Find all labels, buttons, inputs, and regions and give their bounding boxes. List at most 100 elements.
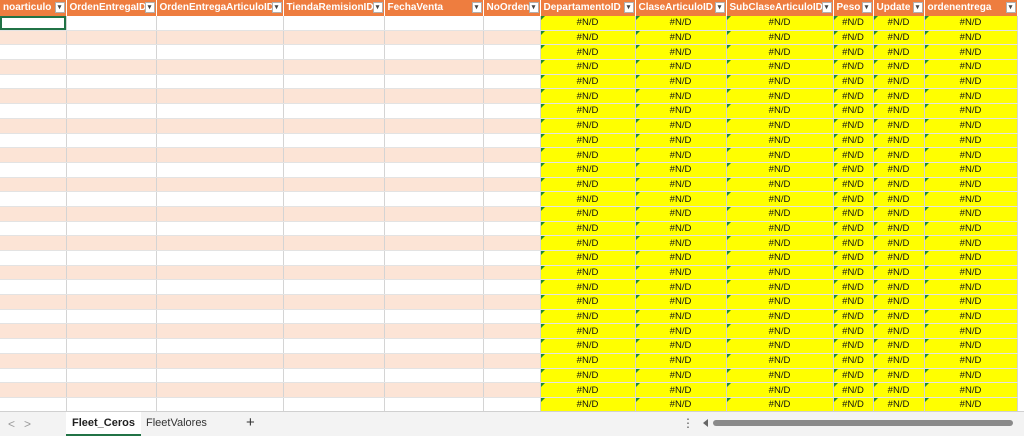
error-value-cell[interactable]: #N/D bbox=[726, 235, 834, 251]
column-header-subclasearticuloid[interactable]: SubClaseArticuloID ▾ bbox=[726, 0, 834, 16]
empty-cell[interactable] bbox=[283, 235, 385, 251]
empty-cell[interactable] bbox=[483, 177, 541, 193]
error-value-cell[interactable]: #N/D bbox=[540, 177, 636, 193]
error-value-cell[interactable]: #N/D bbox=[924, 177, 1018, 193]
error-value-cell[interactable]: #N/D bbox=[635, 338, 727, 354]
empty-cell[interactable] bbox=[156, 368, 284, 384]
horizontal-scrollbar[interactable] bbox=[713, 420, 1013, 426]
empty-cell[interactable] bbox=[283, 88, 385, 105]
empty-cell[interactable] bbox=[0, 133, 67, 149]
error-value-cell[interactable]: #N/D bbox=[833, 279, 874, 296]
error-value-cell[interactable]: #N/D bbox=[726, 368, 834, 384]
empty-cell[interactable] bbox=[156, 221, 284, 237]
empty-cell[interactable] bbox=[283, 206, 385, 222]
error-value-cell[interactable]: #N/D bbox=[726, 279, 834, 296]
empty-cell[interactable] bbox=[283, 221, 385, 237]
error-value-cell[interactable]: #N/D bbox=[726, 88, 834, 105]
empty-cell[interactable] bbox=[283, 368, 385, 384]
error-value-cell[interactable]: #N/D bbox=[540, 353, 636, 369]
filter-dropdown-icon[interactable]: ▾ bbox=[1005, 2, 1016, 13]
empty-cell[interactable] bbox=[483, 353, 541, 369]
empty-cell[interactable] bbox=[384, 309, 484, 325]
error-value-cell[interactable]: #N/D bbox=[873, 74, 925, 90]
empty-cell[interactable] bbox=[0, 191, 67, 207]
empty-cell[interactable] bbox=[0, 206, 67, 222]
error-value-cell[interactable]: #N/D bbox=[726, 118, 834, 134]
empty-cell[interactable] bbox=[0, 309, 67, 325]
empty-cell[interactable] bbox=[156, 59, 284, 75]
error-value-cell[interactable]: #N/D bbox=[540, 382, 636, 398]
column-header-noarticulo[interactable]: noarticulo ▾ bbox=[0, 0, 67, 16]
empty-cell[interactable] bbox=[66, 250, 157, 266]
error-value-cell[interactable]: #N/D bbox=[924, 279, 1018, 296]
empty-cell[interactable] bbox=[483, 162, 541, 178]
error-value-cell[interactable]: #N/D bbox=[873, 88, 925, 105]
filter-dropdown-icon[interactable]: ▾ bbox=[271, 2, 282, 13]
error-value-cell[interactable]: #N/D bbox=[833, 235, 874, 251]
error-value-cell[interactable]: #N/D bbox=[924, 191, 1018, 207]
empty-cell[interactable] bbox=[0, 118, 67, 134]
empty-cell[interactable] bbox=[0, 294, 67, 310]
error-value-cell[interactable]: #N/D bbox=[635, 309, 727, 325]
empty-cell[interactable] bbox=[66, 309, 157, 325]
empty-cell[interactable] bbox=[483, 235, 541, 251]
filter-dropdown-icon[interactable]: ▾ bbox=[623, 2, 634, 13]
empty-cell[interactable] bbox=[283, 118, 385, 134]
error-value-cell[interactable]: #N/D bbox=[924, 221, 1018, 237]
empty-cell[interactable] bbox=[66, 162, 157, 178]
empty-cell[interactable] bbox=[384, 338, 484, 354]
error-value-cell[interactable]: #N/D bbox=[924, 118, 1018, 134]
error-value-cell[interactable]: #N/D bbox=[833, 382, 874, 398]
column-header-noorden[interactable]: NoOrden ▾ bbox=[483, 0, 541, 16]
empty-cell[interactable] bbox=[66, 338, 157, 354]
error-value-cell[interactable]: #N/D bbox=[873, 16, 925, 31]
error-value-cell[interactable]: #N/D bbox=[833, 250, 874, 266]
empty-cell[interactable] bbox=[156, 162, 284, 178]
empty-cell[interactable] bbox=[384, 368, 484, 384]
empty-cell[interactable] bbox=[156, 16, 284, 31]
empty-cell[interactable] bbox=[483, 323, 541, 340]
empty-cell[interactable] bbox=[483, 74, 541, 90]
empty-cell[interactable] bbox=[66, 294, 157, 310]
empty-cell[interactable] bbox=[0, 88, 67, 105]
error-value-cell[interactable]: #N/D bbox=[924, 250, 1018, 266]
column-header-ordenentrega[interactable]: ordenentrega ▾ bbox=[924, 0, 1018, 16]
error-value-cell[interactable]: #N/D bbox=[726, 177, 834, 193]
column-header-ordenentregaid[interactable]: OrdenEntregaID ▾ bbox=[66, 0, 157, 16]
error-value-cell[interactable]: #N/D bbox=[873, 44, 925, 61]
empty-cell[interactable] bbox=[483, 30, 541, 46]
empty-cell[interactable] bbox=[283, 353, 385, 369]
empty-cell[interactable] bbox=[66, 353, 157, 369]
empty-cell[interactable] bbox=[283, 265, 385, 281]
error-value-cell[interactable]: #N/D bbox=[635, 103, 727, 119]
column-header-fechaventa[interactable]: FechaVenta ▾ bbox=[384, 0, 484, 16]
error-value-cell[interactable]: #N/D bbox=[726, 30, 834, 46]
empty-cell[interactable] bbox=[156, 279, 284, 296]
column-header-departamentoid[interactable]: DepartamentoID ▾ bbox=[540, 0, 636, 16]
error-value-cell[interactable]: #N/D bbox=[726, 162, 834, 178]
empty-cell[interactable] bbox=[283, 250, 385, 266]
empty-cell[interactable] bbox=[156, 103, 284, 119]
empty-cell[interactable] bbox=[0, 250, 67, 266]
empty-cell[interactable] bbox=[483, 382, 541, 398]
empty-cell[interactable] bbox=[483, 294, 541, 310]
empty-cell[interactable] bbox=[156, 250, 284, 266]
empty-cell[interactable] bbox=[384, 30, 484, 46]
error-value-cell[interactable]: #N/D bbox=[540, 88, 636, 105]
error-value-cell[interactable]: #N/D bbox=[924, 44, 1018, 61]
error-value-cell[interactable]: #N/D bbox=[540, 368, 636, 384]
error-value-cell[interactable]: #N/D bbox=[635, 147, 727, 163]
empty-cell[interactable] bbox=[66, 59, 157, 75]
error-value-cell[interactable]: #N/D bbox=[924, 162, 1018, 178]
error-value-cell[interactable]: #N/D bbox=[635, 74, 727, 90]
error-value-cell[interactable]: #N/D bbox=[873, 103, 925, 119]
error-value-cell[interactable]: #N/D bbox=[833, 177, 874, 193]
filter-dropdown-icon[interactable]: ▾ bbox=[471, 2, 482, 13]
empty-cell[interactable] bbox=[66, 16, 157, 31]
error-value-cell[interactable]: #N/D bbox=[924, 103, 1018, 119]
empty-cell[interactable] bbox=[156, 397, 284, 411]
error-value-cell[interactable]: #N/D bbox=[540, 206, 636, 222]
error-value-cell[interactable]: #N/D bbox=[635, 162, 727, 178]
empty-cell[interactable] bbox=[66, 279, 157, 296]
empty-cell[interactable] bbox=[0, 338, 67, 354]
